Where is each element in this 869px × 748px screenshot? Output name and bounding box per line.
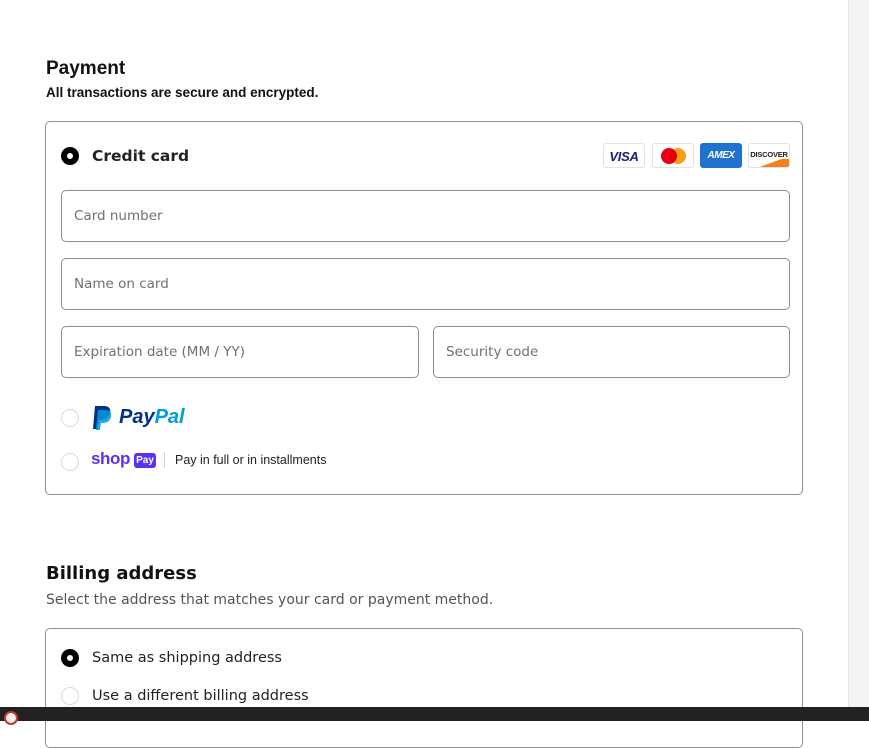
card-number-input[interactable] (61, 190, 790, 242)
visa-text: VISA (609, 149, 639, 164)
discover-text: DISCOVER (750, 150, 788, 159)
checkout-page: Payment All transactions are secure and … (0, 0, 848, 748)
shop-pay-divider (164, 452, 165, 468)
payment-title: Payment (46, 58, 126, 79)
mastercard-icon (652, 143, 694, 168)
shop-pay-wordmark[interactable]: shop (91, 449, 130, 469)
shop-pay-description: Pay in full or in installments (175, 453, 327, 467)
discover-icon: DISCOVER (748, 143, 790, 168)
shop-pay-radio[interactable] (61, 453, 79, 471)
amex-text: AMEX (707, 150, 735, 161)
payment-subtitle: All transactions are secure and encrypte… (46, 85, 319, 100)
billing-address-subtitle: Select the address that matches your car… (46, 592, 494, 608)
paypal-pay-text: Pay (119, 406, 155, 428)
paypal-radio[interactable] (61, 409, 79, 427)
same-as-shipping-label[interactable]: Same as shipping address (92, 650, 282, 666)
credit-card-label[interactable]: Credit card (92, 147, 189, 165)
app-icon[interactable] (4, 711, 18, 725)
same-as-shipping-radio[interactable] (61, 649, 79, 667)
different-billing-label[interactable]: Use a different billing address (92, 688, 309, 704)
discover-stripe (757, 159, 789, 167)
paypal-wordmark[interactable]: PayPal (119, 406, 185, 429)
expiration-date-input[interactable] (61, 326, 419, 378)
name-on-card-input[interactable] (61, 258, 790, 310)
different-billing-radio[interactable] (61, 687, 79, 705)
side-panel-edge (848, 0, 869, 707)
amex-icon: AMEX (700, 143, 742, 168)
taskbar (0, 707, 869, 725)
paypal-logo-icon[interactable] (91, 405, 113, 431)
visa-icon: VISA (603, 143, 645, 168)
paypal-pal-text: Pal (154, 406, 185, 428)
credit-card-radio[interactable] (61, 147, 79, 165)
mastercard-yellow-circle (670, 148, 686, 164)
security-code-input[interactable] (433, 326, 790, 378)
billing-address-title: Billing address (46, 563, 197, 584)
shop-pay-badge: Pay (134, 453, 156, 468)
